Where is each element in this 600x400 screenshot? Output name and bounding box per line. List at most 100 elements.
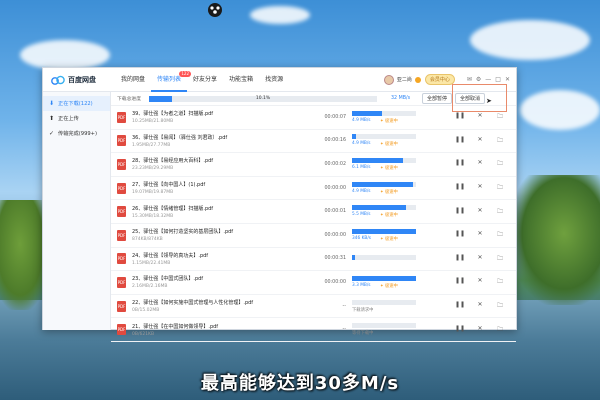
progress-details: 4.9 MB/s ✦ 极速中: [352, 189, 416, 195]
row-actions: ❚❚ ✕ 🗀: [450, 183, 510, 193]
folder-icon[interactable]: 🗀: [490, 159, 510, 169]
file-info: 22、驿仕强【如何实施中国式管理与人性化管理】.pdf 0B/15.02MB: [132, 299, 322, 313]
cancel-icon[interactable]: ✕: [470, 207, 490, 217]
cancel-icon[interactable]: ✕: [470, 159, 490, 169]
remaining-time: 00:00:07: [324, 114, 346, 120]
folder-icon[interactable]: 🗀: [490, 136, 510, 146]
download-status: 下载请求中: [352, 307, 374, 313]
tab-transfer-list[interactable]: 传输列表 122: [151, 68, 192, 92]
remaining-time: 00:00:00: [324, 279, 346, 285]
mail-icon[interactable]: ✉: [467, 76, 472, 83]
sidebar: ⬇ 正在下载(122) ⬆ 正在上传 ✓ 传输完成(999+): [43, 92, 111, 330]
cancel-icon[interactable]: ✕: [470, 230, 490, 240]
sidebar-item-uploading[interactable]: ⬆ 正在上传: [43, 111, 110, 126]
vip-accel-label: ✦ 极速中: [380, 213, 398, 219]
download-row[interactable]: PDF 28、驿仕强【易经应用大百科】.pdf 23.23MB/29.29MB 00:…: [111, 153, 516, 177]
download-row[interactable]: PDF 24、驿仕强【领导的真功夫】.pdf 1.15MB/22.41MB 00:00…: [111, 248, 516, 272]
file-progress-fill: [352, 157, 403, 163]
pause-icon[interactable]: ❚❚: [450, 159, 470, 169]
sidebar-item-label: 正在下载(122): [58, 101, 93, 107]
download-row[interactable]: PDF 27、驿仕强【向中国人】(1).pdf 19.07MB/19.87MB 00:…: [111, 177, 516, 201]
cancel-icon[interactable]: ✕: [470, 301, 490, 311]
progress-details: 4.9 MB/s ✦ 极速中: [352, 118, 416, 124]
folder-icon[interactable]: 🗀: [490, 254, 510, 264]
close-icon[interactable]: ✕: [505, 76, 510, 83]
download-row[interactable]: PDF 22、驿仕强【如何实施中国式管理与人性化管理】.pdf 0B/15.02MB…: [111, 295, 516, 319]
remaining-time: 00:00:00: [324, 185, 346, 191]
download-toolbar: 下载总进度 10.1% 32 MB/s 全部暂停 全部取消 ➤: [111, 84, 516, 112]
cancel-icon[interactable]: ✕: [470, 112, 490, 122]
pause-icon[interactable]: ❚❚: [450, 230, 470, 240]
file-name: 23、驿仕强【中国式团队】.pdf: [132, 276, 204, 283]
download-list: PDF 39、驿仕强【为者之道】扫描版.pdf 10.25MB/21.80MB 00:…: [111, 106, 516, 342]
file-info: 26、驿仕强【情绪管理】扫描版.pdf 15.30MB/18.32MB: [132, 205, 322, 219]
pdf-file-icon: PDF: [117, 135, 126, 147]
download-row[interactable]: PDF 26、驿仕强【情绪管理】扫描版.pdf 15.30MB/18.32MB 00:…: [111, 200, 516, 224]
minimize-icon[interactable]: —: [485, 76, 491, 83]
pdf-file-icon: PDF: [117, 300, 126, 312]
sidebar-item-downloading[interactable]: ⬇ 正在下载(122): [43, 96, 110, 111]
file-progress-bar: [352, 181, 416, 187]
tab-toolbox[interactable]: 功能宝箱: [223, 68, 259, 92]
file-progress: 5.5 MB/s ✦ 极速中: [352, 205, 416, 218]
row-actions: ❚❚ ✕ 🗀: [450, 301, 510, 311]
file-size: 19.07MB/19.87MB: [132, 190, 174, 196]
folder-icon[interactable]: 🗀: [490, 325, 510, 335]
row-actions: ❚❚ ✕ 🗀: [450, 254, 510, 264]
download-row[interactable]: PDF 23、驿仕强【中国式团队】.pdf 2.16MB/2.16MB 00:00:0…: [111, 271, 516, 295]
file-progress-bar: [352, 323, 416, 329]
username[interactable]: 亚二尚: [397, 76, 412, 83]
upload-icon: ⬆: [49, 115, 55, 122]
maximize-icon[interactable]: □: [495, 76, 501, 83]
pause-icon[interactable]: ❚❚: [450, 136, 470, 146]
folder-icon[interactable]: 🗀: [490, 301, 510, 311]
file-progress: 4.9 MB/s ✦ 极速中: [352, 181, 416, 195]
avatar[interactable]: [383, 74, 394, 85]
cancel-icon[interactable]: ✕: [470, 325, 490, 335]
tab-my-disk[interactable]: 我的网盘: [115, 68, 151, 92]
tab-label: 好友分享: [193, 75, 218, 83]
total-progress-text: 10.1%: [255, 95, 271, 101]
cancel-icon[interactable]: ✕: [470, 277, 490, 287]
settings-icon[interactable]: ⚙: [476, 76, 481, 83]
remaining-time: 00:00:16: [324, 138, 346, 144]
vip-accel-label: ✦ 极速中: [380, 118, 398, 124]
file-info: 23、驿仕强【中国式团队】.pdf 2.16MB/2.16MB: [132, 275, 322, 289]
tab-find-resources[interactable]: 找资源: [259, 68, 289, 92]
folder-icon[interactable]: 🗀: [490, 277, 510, 287]
download-row[interactable]: PDF 25、驿仕强【如何打造坚实的基层团队】.pdf 874KB/874KB 00:…: [111, 224, 516, 248]
pause-icon[interactable]: ❚❚: [450, 254, 470, 264]
file-progress-bar: [352, 205, 416, 211]
pause-icon[interactable]: ❚❚: [450, 301, 470, 311]
file-name: 26、驿仕强【情绪管理】扫描版.pdf: [132, 205, 214, 212]
pause-icon[interactable]: ❚❚: [450, 183, 470, 193]
pause-icon[interactable]: ❚❚: [450, 207, 470, 217]
cancel-icon[interactable]: ✕: [470, 136, 490, 146]
sidebar-item-completed[interactable]: ✓ 传输完成(999+): [43, 126, 110, 141]
app-brand[interactable]: 百度网盘: [43, 75, 115, 85]
row-actions: ❚❚ ✕ 🗀: [450, 207, 510, 217]
mouse-cursor-icon: ➤: [486, 97, 492, 105]
download-speed: 4.9 MB/s: [352, 141, 371, 147]
pause-icon[interactable]: ❚❚: [450, 112, 470, 122]
pause-icon[interactable]: ❚❚: [450, 325, 470, 335]
file-size: 1.95MB/27.77MB: [132, 142, 171, 148]
download-row[interactable]: PDF 36、驿仕强【易闻】（驿仕强 刘君政）.pdf 1.95MB/27.77MB…: [111, 130, 516, 154]
cancel-icon[interactable]: ✕: [470, 183, 490, 193]
remaining-time: --: [342, 303, 346, 309]
folder-icon[interactable]: 🗀: [490, 207, 510, 217]
folder-icon[interactable]: 🗀: [490, 230, 510, 240]
pause-all-button[interactable]: 全部暂停: [422, 93, 453, 104]
file-progress-bar: [352, 255, 416, 261]
folder-icon[interactable]: 🗀: [490, 183, 510, 193]
cancel-icon[interactable]: ✕: [470, 254, 490, 264]
tab-friend-share[interactable]: 好友分享: [187, 68, 223, 92]
vip-accel-label: ✦ 极速中: [380, 165, 398, 171]
file-name: 36、驿仕强【易闻】（驿仕强 刘君政）.pdf: [132, 134, 228, 141]
download-row[interactable]: PDF 21、驿仕强【在中国如何做领导】.pdf 0B/621KB -- 等待下载中 ❚❚…: [111, 318, 516, 342]
pause-icon[interactable]: ❚❚: [450, 277, 470, 287]
folder-icon[interactable]: 🗀: [490, 112, 510, 122]
member-center-button[interactable]: 会员中心: [424, 74, 455, 85]
vip-accel-label: ✦ 极速中: [380, 283, 398, 289]
file-progress: 3.3 MB/s ✦ 极速中: [352, 275, 416, 289]
